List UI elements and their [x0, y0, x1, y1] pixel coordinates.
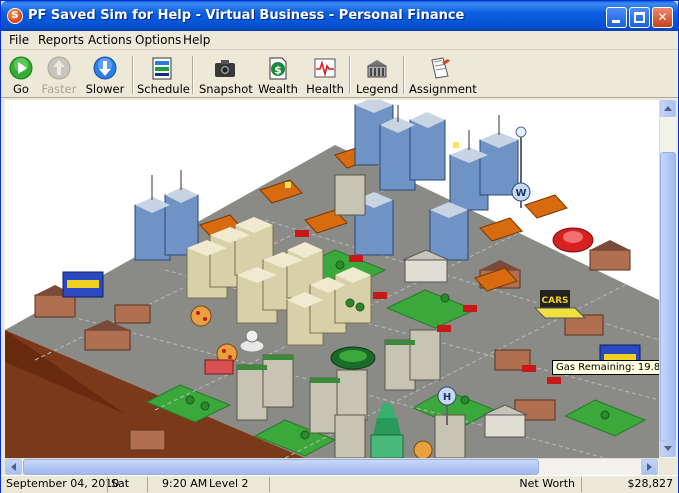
net-worth-label: Net Worth	[269, 477, 579, 492]
net-worth-value: $28,827	[581, 477, 675, 492]
slower-button[interactable]: Slower	[85, 54, 125, 98]
menu-bar: File Reports Actions Options Help	[1, 31, 678, 50]
title-bar[interactable]: S PF Saved Sim for Help - Virtual Busine…	[1, 1, 678, 31]
scroll-right-button[interactable]	[641, 459, 658, 475]
city-map-viewport[interactable]: CARS W H Gas Remaining: 19.8	[5, 100, 659, 458]
app-window: S PF Saved Sim for Help - Virtual Busine…	[0, 0, 679, 493]
play-icon	[9, 56, 33, 80]
toolbar-separator	[192, 56, 194, 94]
menu-actions[interactable]: Actions	[88, 33, 132, 47]
horizontal-scrollbar[interactable]	[5, 458, 659, 475]
menu-file[interactable]: File	[9, 33, 29, 47]
schedule-button[interactable]: Schedule	[137, 54, 190, 98]
window-title: PF Saved Sim for Help - Virtual Business…	[28, 8, 465, 23]
go-button[interactable]: Go	[5, 54, 37, 98]
stadium	[330, 346, 376, 370]
minimize-button[interactable]	[606, 7, 627, 28]
status-level: Level 2	[209, 477, 249, 490]
snapshot-button[interactable]: Snapshot	[199, 54, 253, 98]
maximize-button[interactable]	[629, 7, 650, 28]
scroll-left-button[interactable]	[5, 459, 22, 475]
toolbar-separator	[403, 56, 405, 94]
schedule-label: Schedule	[137, 82, 190, 96]
gas-tooltip: Gas Remaining: 19.8 gals.	[552, 360, 659, 375]
scroll-down-button[interactable]	[660, 440, 676, 457]
status-date: September 04, 2010	[6, 477, 120, 490]
close-icon: ✕	[657, 10, 668, 24]
horizontal-scroll-thumb[interactable]	[23, 459, 539, 475]
health-label: Health	[306, 82, 344, 96]
red-dome-building	[552, 227, 594, 253]
toolbar-separator	[132, 56, 134, 94]
wealth-label: Wealth	[258, 82, 298, 96]
chevron-down-icon	[664, 446, 672, 451]
dollar-icon: $	[269, 57, 287, 80]
svg-text:W: W	[515, 188, 526, 199]
menu-options[interactable]: Options	[135, 33, 181, 47]
assignment-icon	[431, 57, 450, 79]
snapshot-label: Snapshot	[199, 82, 253, 96]
status-bar: September 04, 2010 Sat 9:20 AM Level 2 N…	[1, 475, 678, 493]
chevron-left-icon	[11, 463, 16, 471]
go-label: Go	[13, 82, 29, 96]
slower-label: Slower	[85, 82, 125, 96]
health-button[interactable]: Health	[305, 54, 345, 98]
cars-sign: CARS	[542, 296, 569, 306]
menu-reports[interactable]: Reports	[38, 33, 84, 47]
menu-help[interactable]: Help	[183, 33, 210, 47]
minimize-icon	[612, 20, 620, 23]
faster-button[interactable]: Faster	[41, 54, 77, 98]
svg-text:$: $	[274, 64, 282, 77]
assignment-button[interactable]: Assignment	[409, 54, 477, 98]
vertical-scrollbar[interactable]	[659, 100, 676, 458]
scroll-corner	[659, 458, 676, 475]
camera-icon	[215, 60, 235, 77]
svg-text:H: H	[443, 392, 451, 403]
scroll-up-button[interactable]	[660, 100, 676, 117]
status-day: Sat	[107, 477, 147, 492]
slower-icon	[93, 56, 117, 80]
building-icon	[367, 60, 387, 78]
faster-label: Faster	[41, 82, 77, 96]
legend-label: Legend	[356, 82, 399, 96]
legend-button[interactable]: Legend	[356, 54, 398, 98]
toolbar: Go Faster Slower Schedule Snapshot $ Wea…	[1, 51, 678, 98]
city-map[interactable]: CARS W H	[5, 100, 659, 458]
toolbar-separator	[349, 56, 351, 94]
wealth-button[interactable]: $ Wealth	[257, 54, 299, 98]
heart-monitor-icon	[314, 58, 336, 78]
status-time: 9:20 AM	[147, 477, 207, 492]
maximize-icon	[634, 12, 645, 23]
close-button[interactable]: ✕	[652, 7, 673, 28]
vertical-scroll-thumb[interactable]	[660, 152, 676, 444]
assignment-label: Assignment	[409, 82, 477, 96]
app-icon[interactable]: S	[7, 8, 23, 24]
faster-icon	[47, 56, 71, 80]
chevron-up-icon	[664, 106, 672, 111]
chevron-right-icon	[647, 463, 652, 471]
schedule-icon	[152, 57, 172, 80]
